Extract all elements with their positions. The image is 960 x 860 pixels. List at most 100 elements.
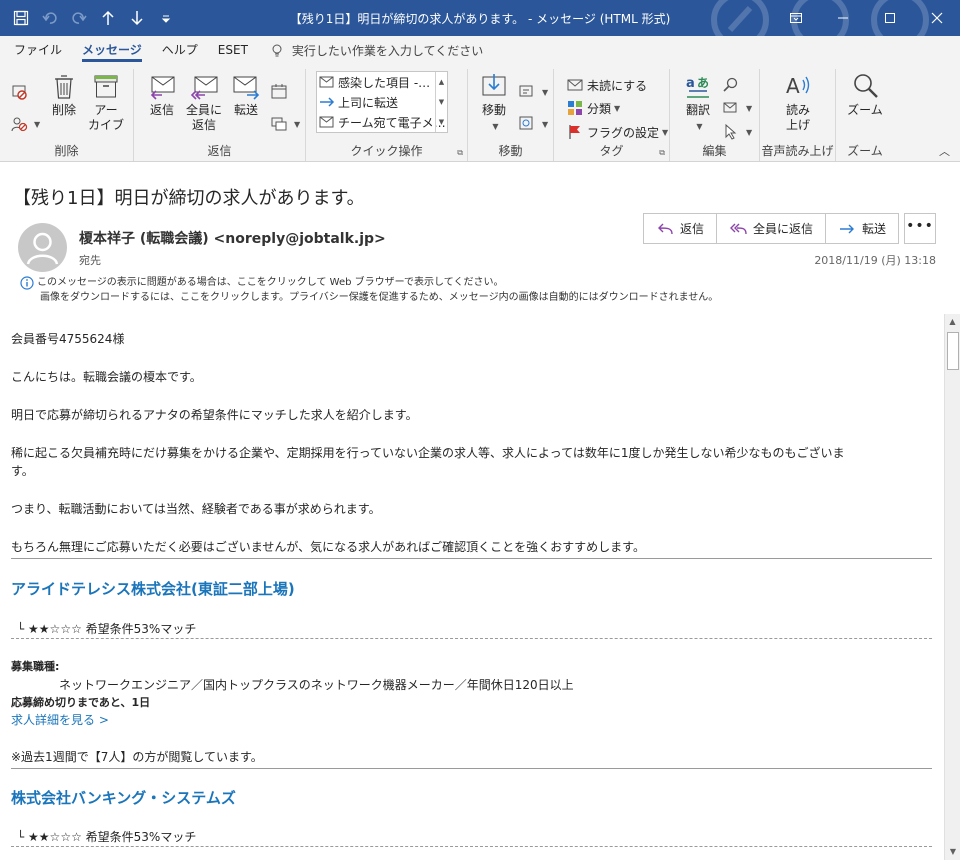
dialog-launcher-icon[interactable]: ⧉ (457, 148, 463, 158)
read-aloud-label-1: 読み (785, 103, 810, 117)
chevron-down-icon: ▼ (34, 119, 41, 129)
undo-icon[interactable] (35, 0, 64, 36)
mark-unread-label: 未読にする (587, 78, 648, 93)
flag-button[interactable]: フラグの設定 ▼ (566, 121, 668, 143)
reply-button[interactable]: 返信 (142, 71, 182, 118)
intro-text: 明日で応募が締切られるアナタの希望条件にマッチした求人を紹介します。 (11, 408, 418, 422)
forward-label: 転送 (233, 103, 258, 117)
info-line-browser[interactable]: このメッセージの表示に問題がある場合は、ここをクリックして Web ブラウザーで… (20, 275, 718, 290)
junk-button[interactable]: ▼ (10, 113, 40, 135)
forward-icon (840, 224, 855, 233)
read-aloud-icon: A (786, 74, 810, 98)
reply-all-button[interactable]: 全員に 返信 (184, 71, 224, 133)
quick-step-item[interactable]: 感染した項目 -… (317, 72, 447, 92)
meeting-button[interactable] (270, 81, 291, 103)
read-aloud-button[interactable]: A 読み 上げ (778, 71, 818, 133)
scroll-thumb[interactable] (947, 332, 959, 370)
tab-help[interactable]: ヘルプ (152, 36, 208, 65)
reply-icon (658, 223, 673, 234)
categorize-icon (568, 101, 582, 115)
ribbon-display-options-icon[interactable] (772, 0, 819, 36)
collapse-ribbon-icon[interactable]: ︿ (939, 143, 950, 159)
sender-name[interactable]: 榎本祥子 (転職会議) <noreply@jobtalk.jp> (79, 228, 386, 248)
avatar (18, 223, 67, 272)
rules-button[interactable]: ▼ (518, 81, 548, 103)
find-button[interactable] (722, 74, 743, 96)
forward-button[interactable]: 転送 (226, 71, 266, 118)
scroll-up-icon[interactable]: ▲ (945, 314, 960, 330)
expand-icon[interactable]: ▼ (439, 118, 444, 126)
delete-button[interactable]: 削除 (44, 71, 84, 118)
job-company-link[interactable]: 株式会社バンキング・システムズ (11, 787, 236, 808)
info-line-images[interactable]: 画像をダウンロードするには、ここをクリックします。プライバシー保護を促進するため… (20, 290, 718, 305)
vertical-scrollbar[interactable]: ▲ ▼ (944, 314, 960, 860)
header-reply-button[interactable]: 返信 (644, 214, 718, 243)
select-button[interactable]: ▼ (722, 121, 752, 143)
group-label-tags: タグ (599, 144, 624, 158)
header-forward-button[interactable]: 転送 (826, 214, 898, 243)
quick-step-item[interactable]: チーム宛て電子メ… (317, 112, 447, 132)
svg-text:A: A (786, 74, 800, 98)
header-reply-all-button[interactable]: 全員に返信 (717, 214, 827, 243)
mark-unread-button[interactable]: 未読にする (566, 74, 647, 96)
categorize-button[interactable]: 分類 ▼ (566, 97, 620, 119)
job-company-link[interactable]: アライドテレシス株式会社(東証二部上場) (11, 578, 295, 599)
down-arrow-icon[interactable] (122, 0, 151, 36)
chevron-down-icon[interactable]: ▼ (439, 98, 444, 106)
actions-button[interactable]: ▼ (518, 113, 548, 135)
paragraph-rare-line2: す。 (11, 464, 34, 478)
flag-label: フラグの設定 (587, 125, 660, 140)
ribbon-group-edit: aあ 翻訳 ▼ ▼ ▼ 編集 (670, 69, 760, 161)
svg-text:あ: あ (697, 76, 709, 90)
archive-button[interactable]: アー カイブ (86, 71, 126, 133)
related-button[interactable]: ▼ (722, 97, 752, 119)
divider-dashed (11, 638, 932, 639)
quick-steps-scroll[interactable]: ▲ ▼ ▼ (435, 72, 447, 132)
tell-me-text: 実行したい作業を入力してください (291, 44, 484, 58)
chevron-down-icon: ▼ (492, 122, 499, 131)
ribbon-group-reply: 返信 全員に 返信 転送 ▼ 返信 (134, 69, 306, 161)
maximize-icon[interactable] (866, 0, 913, 36)
redo-icon[interactable] (64, 0, 93, 36)
group-label-quick-steps: クイック操作 (350, 144, 423, 158)
divider-dashed (11, 846, 932, 847)
reply-all-label-1: 全員に (185, 103, 222, 117)
save-icon[interactable] (6, 0, 35, 36)
info-bar[interactable]: このメッセージの表示に問題がある場合は、ここをクリックして Web ブラウザーで… (20, 275, 718, 305)
member-number: 会員番号4755624様 (11, 332, 125, 346)
up-arrow-icon[interactable] (93, 0, 122, 36)
info-icon (20, 276, 34, 290)
more-actions-icon[interactable]: ••• (904, 213, 936, 244)
tell-me-search[interactable]: 実行したい作業を入力してください (270, 42, 483, 59)
chevron-down-icon: ▼ (746, 127, 753, 137)
quick-step-label: チーム宛て電子メ… (338, 115, 446, 130)
flag-icon (569, 125, 580, 139)
tab-eset[interactable]: ESET (208, 36, 258, 65)
ignore-button[interactable] (10, 81, 31, 103)
quick-step-label: 感染した項目 -… (338, 75, 431, 90)
ribbon-group-delete: ▼ 削除 アー カイブ 削除 (0, 69, 134, 161)
archive-label-1: アー (94, 103, 118, 117)
chevron-up-icon[interactable]: ▲ (439, 78, 444, 86)
job-deadline: 応募締め切りまであと、1日 (11, 696, 151, 709)
message-actions: 返信 全員に返信 転送 (643, 213, 900, 244)
zoom-button[interactable]: ズーム (845, 71, 885, 118)
tab-file[interactable]: ファイル (4, 36, 72, 65)
quick-step-item[interactable]: 上司に転送 (317, 92, 447, 112)
customize-toolbar-icon[interactable] (151, 0, 180, 36)
tab-message[interactable]: メッセージ (72, 36, 152, 65)
chevron-down-icon: ▼ (542, 87, 549, 97)
window-controls (772, 0, 960, 36)
job-type-label: 募集職種: (11, 660, 60, 673)
job-detail-link[interactable]: 求人詳細を見る > (11, 711, 109, 728)
scroll-down-icon[interactable]: ▼ (945, 844, 960, 860)
move-button[interactable]: 移動 ▼ (474, 71, 514, 134)
more-respond-button[interactable]: ▼ (270, 113, 300, 135)
job-type: ネットワークエンジニア／国内トップクラスのネットワーク機器メーカー／年間休日12… (59, 678, 574, 692)
divider (11, 768, 932, 769)
translate-button[interactable]: aあ 翻訳 ▼ (678, 71, 718, 134)
actions-icon (519, 116, 533, 130)
dialog-launcher-icon[interactable]: ⧉ (659, 148, 665, 158)
close-icon[interactable] (913, 0, 960, 36)
minimize-icon[interactable] (819, 0, 866, 36)
